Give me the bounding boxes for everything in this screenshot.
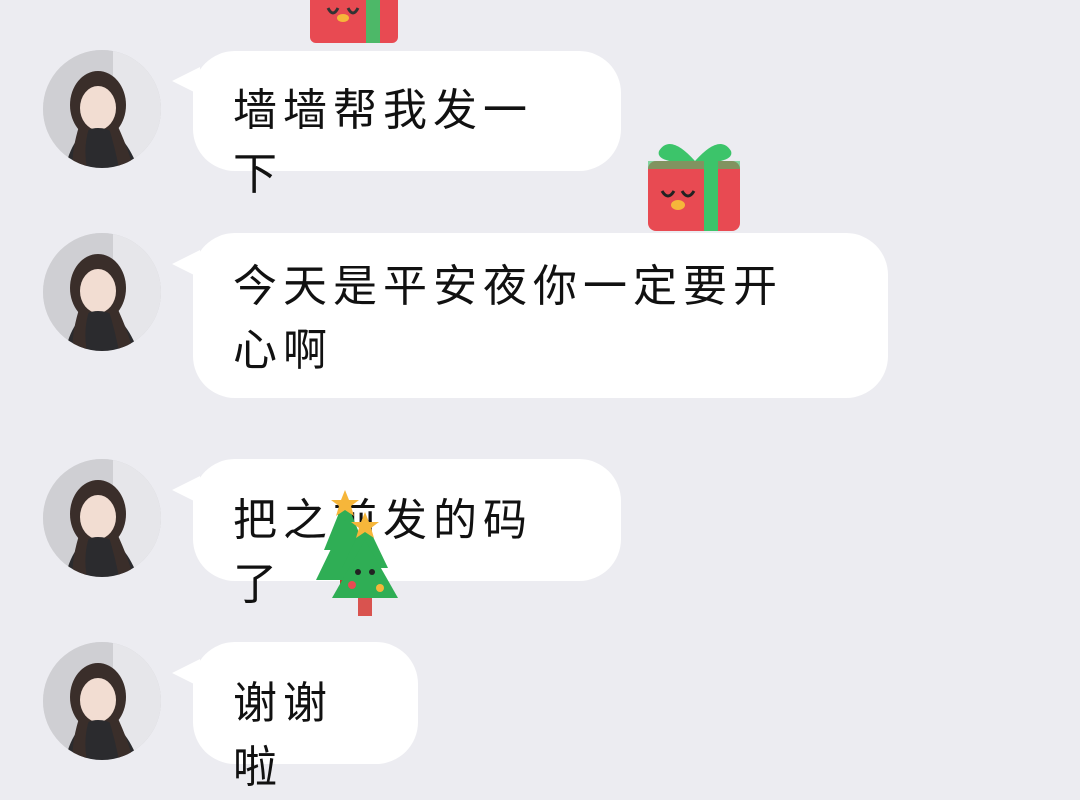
gift-box-sticker	[648, 143, 740, 231]
avatar[interactable]	[43, 642, 161, 760]
girl-portrait-icon	[43, 50, 161, 168]
christmas-tree-sticker	[316, 490, 398, 616]
avatar[interactable]	[43, 459, 161, 577]
message-text: 今天是平安夜你一定要开心啊	[233, 261, 783, 376]
chat-conversation: 墙墙帮我发一下 今天是平安夜你一定要开心啊 把之前发的码了 谢谢啦	[0, 0, 1080, 793]
avatar[interactable]	[43, 50, 161, 168]
gift-box-sticker-partial	[310, 0, 398, 43]
girl-portrait-icon	[43, 459, 161, 577]
girl-portrait-icon	[43, 233, 161, 351]
girl-portrait-icon	[43, 642, 161, 760]
message-bubble[interactable]: 谢谢啦	[193, 642, 418, 793]
message-text: 墙墙帮我发一下	[233, 85, 533, 200]
message-bubble[interactable]: 墙墙帮我发一下	[193, 51, 621, 200]
message-text: 谢谢啦	[233, 678, 333, 793]
avatar[interactable]	[43, 233, 161, 351]
message-bubble[interactable]: 今天是平安夜你一定要开心啊	[193, 233, 888, 398]
